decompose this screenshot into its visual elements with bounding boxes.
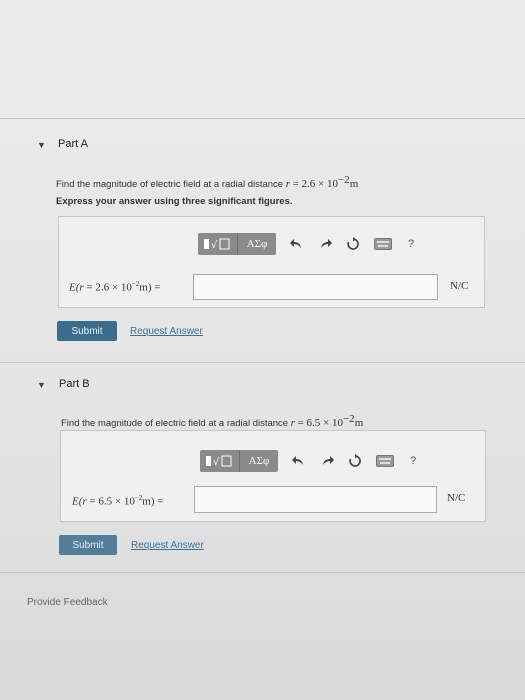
part-b-units: N/C [447, 492, 466, 504]
redo-icon[interactable] [320, 455, 334, 467]
divider-top [0, 118, 525, 119]
part-b-title[interactable]: Part B [59, 378, 90, 390]
part-a-collapse-caret-icon[interactable]: ▼ [37, 140, 46, 150]
part-b-submit-button[interactable]: Submit [59, 535, 117, 555]
part-b-toolbar: √ ΑΣφ ? [200, 450, 416, 472]
part-a-answer-input[interactable] [193, 274, 438, 300]
provide-feedback-link[interactable]: Provide Feedback [27, 597, 108, 608]
part-a-title[interactable]: Part A [58, 138, 88, 150]
help-icon[interactable]: ? [410, 455, 416, 467]
undo-icon[interactable] [290, 238, 304, 250]
redo-icon[interactable] [318, 238, 332, 250]
templates-icon[interactable]: √ [200, 450, 240, 472]
help-icon[interactable]: ? [408, 238, 414, 250]
svg-text:√: √ [211, 240, 218, 251]
keyboard-icon[interactable] [376, 455, 394, 467]
part-a-equation-label: E(r = 2.6 × 10−2m) = [69, 280, 161, 294]
part-a-request-answer-link[interactable]: Request Answer [130, 326, 203, 337]
part-b-answer-input[interactable] [194, 486, 437, 513]
keyboard-icon[interactable] [374, 238, 392, 250]
undo-icon[interactable] [292, 455, 306, 467]
part-b-collapse-caret-icon[interactable]: ▼ [37, 380, 46, 390]
part-b-request-answer-link[interactable]: Request Answer [131, 540, 204, 551]
part-a-question: Find the magnitude of electric field at … [56, 174, 359, 191]
part-b-question: Find the magnitude of electric field at … [61, 413, 364, 430]
reset-icon[interactable] [346, 237, 360, 251]
svg-text:√: √ [213, 457, 220, 468]
templates-icon[interactable]: √ [198, 233, 238, 255]
divider-bottom [0, 572, 525, 573]
greek-symbols-icon[interactable]: ΑΣφ [238, 233, 276, 255]
part-b-equation-label: E(r = 6.5 × 10−2m) = [72, 494, 164, 508]
page: ▼ Part A Find the magnitude of electric … [0, 0, 525, 700]
greek-symbols-icon[interactable]: ΑΣφ [240, 450, 278, 472]
part-a-units: N/C [450, 280, 469, 292]
part-a-submit-button[interactable]: Submit [57, 321, 117, 341]
divider-middle [0, 362, 525, 363]
reset-icon[interactable] [348, 454, 362, 468]
part-a-instruction: Express your answer using three signific… [56, 196, 293, 207]
part-a-toolbar: √ ΑΣφ ? [198, 233, 414, 255]
